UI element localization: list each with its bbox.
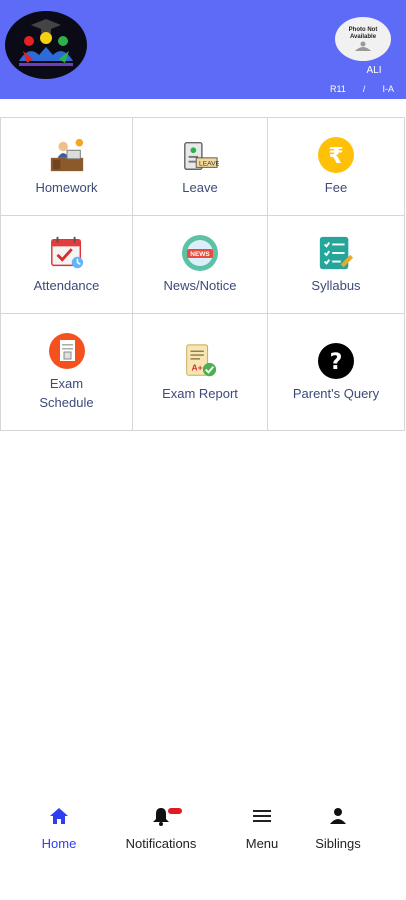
notification-badge	[168, 808, 182, 814]
nav-label: Menu	[245, 836, 279, 851]
tile-label: Exam Schedule	[39, 376, 94, 410]
person-icon	[330, 808, 346, 824]
feature-grid: Homework LEAVE Leave ₹ Fee Attendance NE…	[0, 117, 405, 431]
news-icon: NEWS	[181, 234, 219, 272]
class-separator: /	[362, 84, 366, 94]
question-icon: ?	[317, 342, 355, 380]
roll-number: R11	[330, 84, 346, 94]
home-icon	[50, 808, 68, 824]
checklist-icon	[317, 234, 355, 272]
app-header: Photo Not Available ALI R11 / I-A	[0, 0, 406, 99]
tile-label: Homework	[35, 180, 98, 195]
tile-label: Syllabus	[311, 278, 361, 293]
student-photo[interactable]: Photo Not Available	[335, 17, 391, 61]
photo-placeholder-text: Photo Not Available	[348, 27, 378, 40]
tile-exam-schedule[interactable]: Exam Schedule	[1, 314, 133, 431]
tile-label: Exam Report	[162, 385, 238, 401]
tile-homework[interactable]: Homework	[1, 118, 133, 216]
report-card-icon: A+	[181, 342, 219, 380]
nav-siblings[interactable]: Siblings	[293, 806, 383, 851]
tile-label: Leave	[182, 180, 218, 195]
tile-label: Attendance	[33, 278, 100, 293]
bottom-navigation: Home Notifications Menu Siblings	[0, 806, 406, 866]
calendar-icon	[48, 234, 86, 272]
nav-label: Home	[41, 836, 77, 851]
tile-fee[interactable]: ₹ Fee	[268, 118, 405, 216]
svg-text:LEAVE: LEAVE	[199, 160, 219, 167]
nav-home[interactable]: Home	[14, 806, 104, 851]
exam-schedule-icon	[48, 332, 86, 370]
rupee-icon: ₹	[317, 136, 355, 174]
svg-text:?: ?	[330, 350, 343, 375]
tile-leave[interactable]: LEAVE Leave	[133, 118, 268, 216]
school-logo	[5, 11, 87, 79]
person-silhouette-icon	[355, 41, 371, 51]
hamburger-icon	[253, 810, 271, 822]
homework-icon	[48, 136, 86, 174]
svg-text:A+: A+	[191, 362, 202, 372]
tile-syllabus[interactable]: Syllabus	[268, 216, 405, 314]
nav-label: Notifications	[125, 836, 197, 851]
tile-label: Parent's Query	[292, 385, 380, 401]
tile-label: Fee	[324, 180, 348, 195]
svg-text:₹: ₹	[328, 144, 343, 169]
leave-icon: LEAVE	[181, 136, 219, 174]
nav-notifications[interactable]: Notifications	[116, 806, 206, 851]
tile-exam-report[interactable]: A+ Exam Report	[133, 314, 268, 431]
student-class-info: R11 / I-A	[330, 84, 406, 94]
tile-label: News/Notice	[163, 278, 237, 293]
class-section: I-A	[382, 84, 394, 94]
tile-attendance[interactable]: Attendance	[1, 216, 133, 314]
student-name: ALI	[366, 65, 382, 76]
tile-parents-query[interactable]: ? Parent's Query	[268, 314, 405, 431]
nav-label: Siblings	[315, 836, 361, 851]
tile-news-notice[interactable]: NEWS News/Notice	[133, 216, 268, 314]
svg-text:NEWS: NEWS	[190, 251, 210, 258]
